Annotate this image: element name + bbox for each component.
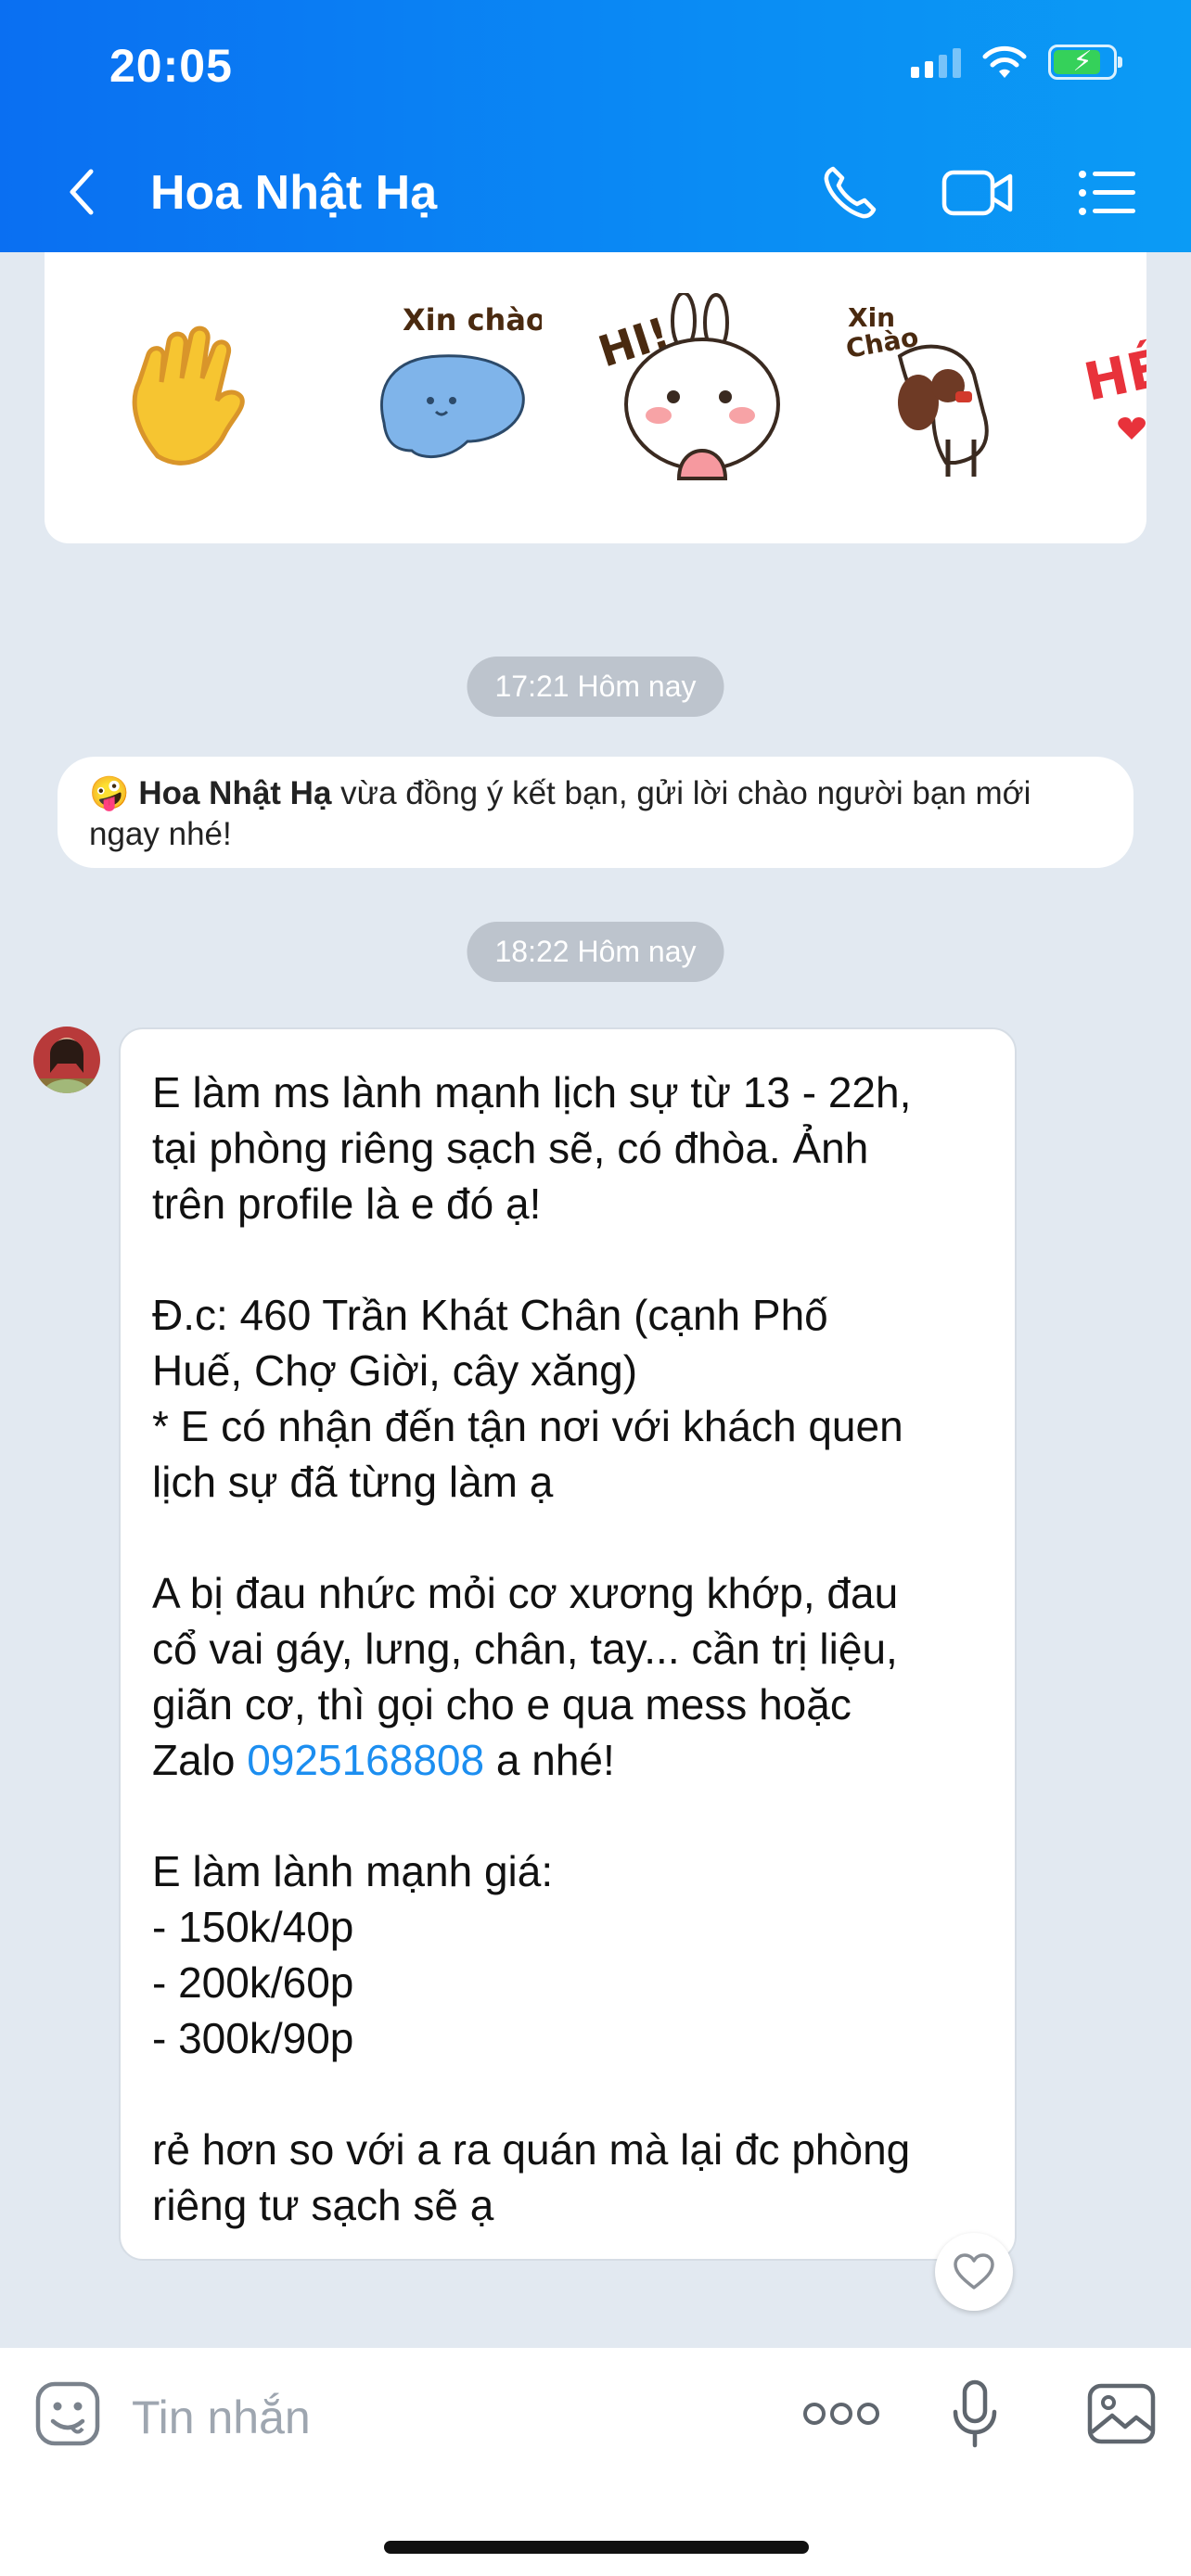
- voice-message-button[interactable]: [933, 2372, 1017, 2455]
- react-button[interactable]: [935, 2233, 1013, 2311]
- status-time: 20:05: [109, 40, 233, 92]
- message-line: - 300k/90p: [152, 2014, 354, 2062]
- zalo-prefix: Zalo: [152, 1736, 248, 1784]
- message-line: lịch sự đã từng làm ạ: [152, 1458, 554, 1506]
- home-indicator: [384, 2541, 809, 2554]
- message-line: cổ vai gáy, lưng, chân, tay... cần trị l…: [152, 1625, 898, 1673]
- wifi-icon: [982, 45, 1027, 78]
- chat-title[interactable]: Hoa Nhật Hạ: [150, 165, 437, 221]
- message-line: E làm lành mạnh giá:: [152, 1847, 554, 1895]
- message-line: Đ.c: 460 Trần Khát Chân (cạnh Phố: [152, 1291, 828, 1339]
- emoji-icon: [35, 2381, 100, 2446]
- message-line: rẻ hơn so với a ra quán mà lại đc phòng: [152, 2125, 911, 2174]
- message-line: riêng tư sạch sẽ ạ: [152, 2181, 494, 2229]
- message-line: [152, 1788, 983, 1843]
- more-icon: [803, 2403, 879, 2425]
- bunny-hi-sticker[interactable]: HI!: [586, 291, 809, 502]
- voice-call-button[interactable]: [813, 156, 887, 230]
- back-button[interactable]: [54, 159, 109, 224]
- chat-options-button[interactable]: [1070, 156, 1145, 230]
- avatar[interactable]: [33, 1027, 100, 1093]
- message-line: trên profile là e đó ạ!: [152, 1180, 542, 1228]
- sticker-suggestions: Xin chào HI! Xin Chào HÉ: [45, 252, 1146, 543]
- message-line: - 200k/60p: [152, 1958, 354, 2007]
- partial-sticker[interactable]: HÉ: [1079, 326, 1146, 470]
- message-line: * E có nhận đến tận nơi với khách quen: [152, 1402, 903, 1450]
- battery-icon: ⚡: [1048, 45, 1122, 80]
- video-call-button[interactable]: [941, 156, 1015, 230]
- heart-icon: [954, 2253, 994, 2289]
- message-line: E làm ms lành mạnh lịch sự từ 13 - 22h,: [152, 1068, 912, 1116]
- emoji-icon: 🤪: [89, 775, 130, 811]
- notice-text: ngay nhé!: [89, 816, 232, 852]
- message-line: giãn cơ, thì gọi cho e qua mess hoặc: [152, 1680, 852, 1728]
- message-bubble[interactable]: E làm ms lành mạnh lịch sự từ 13 - 22h, …: [119, 1027, 1017, 2261]
- chat-header: 20:05 ⚡ Hoa Nhật Hạ: [0, 0, 1191, 252]
- sticker-label: HÉ: [1083, 337, 1146, 413]
- message-line: [152, 1510, 983, 1565]
- message-line: - 150k/40p: [152, 1903, 354, 1951]
- video-call-icon: [941, 170, 1013, 216]
- message-line-zalo: Zalo 0925168808 a nhé!: [152, 1732, 983, 1788]
- notice-name[interactable]: Hoa Nhật Hạ: [138, 775, 331, 811]
- message-line: A bị đau nhức mỏi cơ xương khớp, đau: [152, 1569, 899, 1617]
- image-button[interactable]: [1080, 2372, 1163, 2455]
- notice-text: vừa đồng ý kết bạn, gửi lời chào người b…: [331, 775, 1031, 811]
- zalo-suffix: a nhé!: [484, 1736, 615, 1784]
- blue-cat-sticker[interactable]: Xin chào: [356, 302, 546, 483]
- more-button[interactable]: [800, 2372, 883, 2455]
- signal-icon: [911, 46, 961, 78]
- message-line: [152, 2066, 983, 2122]
- timestamp-pill: 17:21 Hôm nay: [467, 657, 724, 717]
- back-icon: [70, 169, 94, 215]
- message-line: tại phòng riêng sạch sẽ, có đhòa. Ảnh: [152, 1124, 869, 1172]
- timestamp-pill: 18:22 Hôm nay: [467, 922, 724, 982]
- wave-hand-sticker[interactable]: [121, 317, 278, 479]
- dog-sticker[interactable]: Xin Chào: [843, 300, 1030, 491]
- emoji-button[interactable]: [26, 2372, 109, 2455]
- message-line: Huế, Chợ Giời, cây xăng): [152, 1346, 638, 1395]
- message-line: [152, 1231, 983, 1287]
- friend-accepted-notice: 🤪 Hoa Nhật Hạ vừa đồng ý kết bạn, gửi lờ…: [58, 757, 1133, 868]
- sticker-label: Xin chào: [403, 302, 542, 338]
- message-input-bar: Tin nhắn: [0, 2348, 1191, 2576]
- menu-icon: [1079, 171, 1135, 215]
- microphone-icon: [953, 2379, 997, 2448]
- status-icons: ⚡: [911, 45, 1122, 80]
- image-icon: [1087, 2383, 1156, 2444]
- phone-icon: [824, 166, 877, 219]
- phone-number-link[interactable]: 0925168808: [247, 1736, 484, 1784]
- message-input[interactable]: Tin nhắn: [132, 2391, 311, 2444]
